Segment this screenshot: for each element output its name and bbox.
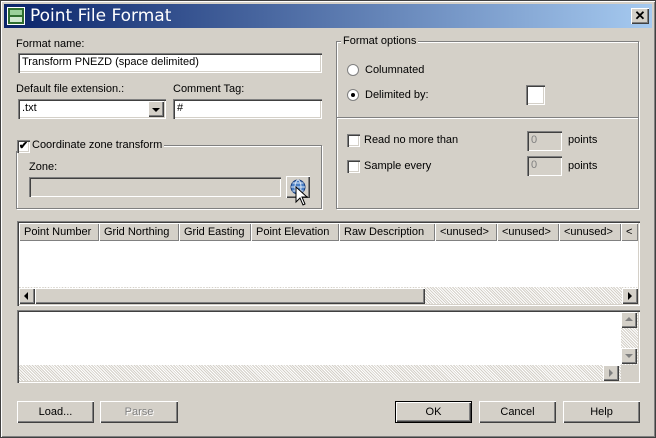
column-header[interactable]: Point Elevation [251,223,339,241]
mouse-cursor-icon [295,186,309,206]
column-header[interactable]: Grid Easting [179,223,251,241]
zone-label: Zone: [29,161,58,173]
column-header[interactable]: Raw Description [339,223,435,241]
format-name-label: Format name: [16,38,85,50]
coordinate-zone-checkbox-label: Coordinate zone transform [32,139,163,151]
delimited-radio[interactable] [347,89,359,101]
chevron-down-icon [152,108,160,112]
file-extension-select[interactable]: .txt [18,99,166,119]
columnated-radio[interactable] [347,64,359,76]
point-file-format-dialog: Point File Format ✕ Format name: Transfo… [0,0,656,438]
format-options-title: Format options [341,35,419,47]
checkmark-icon: ✔ [18,140,29,152]
arrow-right-icon [628,292,632,300]
title-bar[interactable]: Point File Format ✕ [4,4,652,28]
column-header[interactable]: <unused> [435,223,497,241]
columnated-label: Columnated [365,64,425,76]
scroll-down-button[interactable] [621,348,637,364]
scroll-up-button[interactable] [621,312,637,328]
file-extension-value: .txt [22,102,37,114]
column-header[interactable]: Grid Northing [99,223,179,241]
zone-input [29,177,281,197]
cancel-button[interactable]: Cancel [479,401,556,423]
delimited-label: Delimited by: [365,89,429,101]
column-preview-list[interactable]: Point Number Grid Northing Grid Easting … [17,221,640,306]
read-no-more-checkbox[interactable] [347,134,360,147]
help-button[interactable]: Help [563,401,640,423]
sample-every-unit: points [568,160,598,172]
column-header[interactable]: <unused> [559,223,621,241]
sample-every-label: Sample every [364,160,432,172]
arrow-left-icon [24,292,28,300]
comment-tag-label: Comment Tag: [173,83,245,95]
dialog-title: Point File Format [30,6,172,26]
column-header[interactable]: <unused> [497,223,559,241]
preview-scroll-right-button[interactable] [603,365,619,381]
close-icon: ✕ [634,8,646,23]
parse-button[interactable]: Parse [100,401,178,423]
coordinate-zone-checkbox[interactable]: ✔ [17,140,30,153]
scroll-right-button[interactable] [622,288,638,304]
arrow-down-icon [625,354,633,358]
sample-every-input: 0 [527,156,562,176]
column-header[interactable]: < [621,223,638,241]
load-button[interactable]: Load... [17,401,94,423]
read-no-more-unit: points [568,134,598,146]
options-divider [337,117,638,119]
file-extension-dropdown-button[interactable] [148,101,164,117]
format-name-input[interactable]: Transform PNEZD (space delimited) [18,53,322,73]
close-button[interactable]: ✕ [631,8,649,24]
comment-tag-input[interactable]: # [173,99,322,119]
column-header[interactable]: Point Number [19,223,99,241]
scrollbar-corner [621,365,638,381]
read-no-more-label: Read no more than [364,134,459,146]
file-extension-label: Default file extension.: [16,83,125,95]
app-icon [7,7,25,25]
delimiter-input[interactable] [526,85,545,105]
arrow-up-icon [625,317,633,321]
list-scroll-thumb[interactable] [35,288,425,304]
preview-horizontal-scrollbar[interactable] [19,365,621,381]
radio-selected-dot [351,93,355,97]
ok-button[interactable]: OK [395,401,472,423]
scroll-left-button[interactable] [19,288,35,304]
read-no-more-input: 0 [527,131,562,151]
coordinate-zone-header: Coordinate zone transform [15,139,165,151]
sample-every-checkbox[interactable] [347,160,360,173]
file-preview-area[interactable] [17,310,640,383]
arrow-right-icon [609,369,613,377]
